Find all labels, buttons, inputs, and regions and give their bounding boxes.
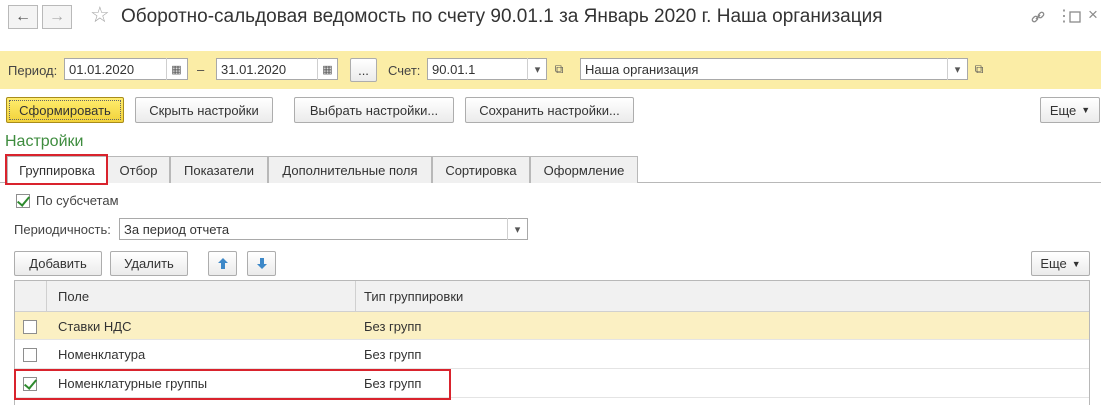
- save-settings-button[interactable]: Сохранить настройки...: [465, 97, 634, 123]
- column-header-grouping-type[interactable]: Тип группировки: [364, 289, 463, 304]
- by-subaccounts-checkbox[interactable]: [16, 194, 30, 208]
- table-more-button[interactable]: Еще ▼: [1031, 251, 1090, 276]
- date-from-value: 01.01.2020: [69, 61, 135, 77]
- more-label: Еще: [1049, 102, 1077, 118]
- table-chevron-down-icon: ▼: [1071, 258, 1081, 269]
- period-select-button[interactable]: ...: [350, 58, 377, 82]
- back-button[interactable]: ←: [8, 5, 38, 29]
- forward-arrow-icon: →: [49, 8, 65, 25]
- tab-filter[interactable]: Отбор: [107, 156, 170, 183]
- header-divider: [46, 281, 47, 312]
- arrow-up-icon: [217, 258, 228, 269]
- tab-formatting[interactable]: Оформление: [530, 156, 638, 183]
- generate-button[interactable]: Сформировать: [6, 97, 124, 123]
- close-icon[interactable]: ×: [1088, 5, 1098, 25]
- row-grouping-type: Без групп: [364, 319, 422, 334]
- row-checkbox[interactable]: [23, 348, 37, 362]
- more-button[interactable]: Еще ▼: [1040, 97, 1100, 123]
- back-arrow-icon: ←: [15, 8, 31, 25]
- periodicity-select[interactable]: За период отчета: [119, 218, 528, 240]
- move-down-button[interactable]: [247, 251, 276, 276]
- account-dropdown-icon[interactable]: ▾: [527, 58, 547, 80]
- row-checkbox[interactable]: [23, 320, 37, 334]
- account-label: Счет:: [388, 63, 421, 78]
- by-subaccounts-label: По субсчетам: [36, 193, 119, 208]
- tab-sorting[interactable]: Сортировка: [432, 156, 530, 183]
- hide-settings-button[interactable]: Скрыть настройки: [135, 97, 273, 123]
- column-header-field[interactable]: Поле: [58, 289, 89, 304]
- period-label: Период:: [8, 63, 58, 78]
- arrow-down-icon: [256, 258, 267, 269]
- periodicity-dropdown-icon[interactable]: ▾: [507, 218, 527, 240]
- table-header: Поле Тип группировки: [15, 281, 1089, 312]
- table-row[interactable]: Ставки НДС Без групп: [15, 312, 1089, 340]
- date-to-value: 31.01.2020: [221, 61, 287, 77]
- move-up-button[interactable]: [208, 251, 237, 276]
- chevron-down-icon: ▼: [1081, 105, 1091, 115]
- header-divider: [355, 281, 356, 312]
- link-icon[interactable]: [1030, 9, 1046, 25]
- tab-indicators[interactable]: Показатели: [170, 156, 268, 183]
- add-button[interactable]: Добавить: [14, 251, 102, 276]
- row-highlight: [14, 369, 451, 400]
- organization-value: Наша организация: [585, 61, 699, 77]
- table-more-label: Еще: [1040, 256, 1067, 271]
- settings-header: Настройки: [5, 133, 84, 150]
- organization-field[interactable]: Наша организация: [580, 58, 968, 80]
- tab-additional-fields[interactable]: Дополнительные поля: [268, 156, 432, 183]
- row-grouping-type: Без групп: [364, 347, 422, 362]
- delete-button[interactable]: Удалить: [110, 251, 188, 276]
- window-title: Оборотно-сальдовая ведомость по счету 90…: [121, 6, 883, 27]
- date-dash: –: [197, 62, 205, 77]
- maximize-icon[interactable]: [1068, 10, 1082, 24]
- organization-open-icon[interactable]: ⧉: [970, 58, 988, 80]
- table-row[interactable]: Номенклатура Без групп: [15, 341, 1089, 369]
- star-icon[interactable]: ☆: [90, 2, 110, 28]
- tab-grouping-highlight: [5, 154, 108, 185]
- organization-dropdown-icon[interactable]: ▾: [947, 58, 967, 80]
- calendar-from-icon[interactable]: ▦: [166, 58, 186, 80]
- row-field: Ставки НДС: [58, 319, 132, 334]
- account-value: 90.01.1: [432, 61, 476, 77]
- account-open-icon[interactable]: ⧉: [550, 58, 568, 80]
- choose-settings-button[interactable]: Выбрать настройки...: [294, 97, 454, 123]
- periodicity-label: Периодичность:: [14, 222, 111, 237]
- row-field: Номенклатура: [58, 347, 146, 362]
- periodicity-value: За период отчета: [124, 221, 230, 237]
- forward-button[interactable]: →: [42, 5, 72, 29]
- calendar-to-icon[interactable]: ▦: [317, 58, 337, 80]
